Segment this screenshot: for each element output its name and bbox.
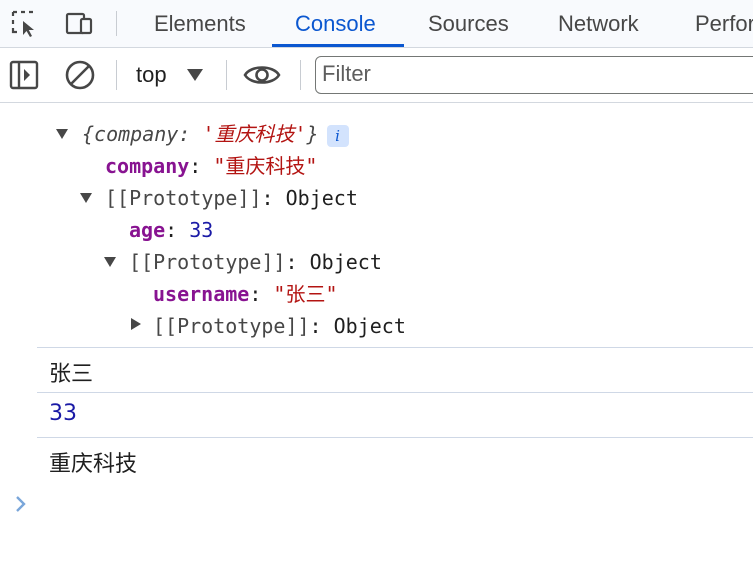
property-row: company: "重庆科技" — [105, 154, 318, 178]
context-selector[interactable]: top — [128, 58, 212, 92]
object-summary[interactable]: {company: '重庆科技'} i — [82, 118, 349, 150]
prototype-row[interactable]: [[Prototype]]: Object — [105, 182, 358, 214]
toolbar-divider — [116, 60, 117, 90]
tab-elements[interactable]: Elements — [154, 0, 246, 47]
tab-sources[interactable]: Sources — [428, 0, 509, 47]
prototype-row[interactable]: [[Prototype]]: Object — [153, 310, 406, 342]
filter-field[interactable] — [315, 56, 753, 94]
expand-triangle-icon[interactable] — [104, 256, 116, 268]
tabbar-divider — [116, 11, 117, 36]
context-label: top — [136, 62, 167, 87]
expand-triangle-icon[interactable] — [56, 128, 68, 140]
expand-triangle-icon[interactable] — [80, 192, 92, 204]
prototype-row[interactable]: [[Prototype]]: Object — [129, 246, 382, 278]
tab-performance[interactable]: Perfor — [695, 0, 753, 47]
row-divider — [37, 392, 753, 393]
info-icon[interactable]: i — [326, 124, 349, 147]
expand-triangle-icon[interactable] — [130, 318, 142, 330]
log-message: 张三 — [49, 362, 94, 387]
property-row: age: 33 — [129, 218, 214, 242]
clear-console-icon[interactable] — [63, 58, 97, 92]
devtools-tab-bar: Elements Console Sources Network Perfor — [0, 0, 753, 48]
active-tab-indicator — [272, 44, 404, 47]
console-toolbar: top — [0, 48, 753, 103]
tab-network[interactable]: Network — [558, 0, 639, 47]
row-divider — [37, 347, 753, 348]
property-row: username: "张三" — [153, 282, 338, 306]
log-message: 重庆科技 — [49, 452, 138, 477]
toolbar-divider — [300, 60, 301, 90]
filter-input[interactable] — [322, 59, 742, 89]
console-prompt-icon[interactable] — [12, 493, 30, 515]
inspect-element-icon[interactable] — [9, 8, 39, 38]
device-toolbar-icon[interactable] — [64, 8, 94, 38]
chevron-down-icon — [187, 69, 203, 81]
tab-console[interactable]: Console — [295, 0, 376, 47]
toolbar-divider — [226, 60, 227, 90]
show-sidebar-icon[interactable] — [7, 58, 41, 92]
console-output: {company: '重庆科技'} i company: "重庆科技" [[Pro… — [0, 103, 753, 584]
row-divider — [37, 437, 753, 438]
log-message: 33 — [49, 401, 77, 426]
live-expression-icon[interactable] — [243, 58, 281, 92]
